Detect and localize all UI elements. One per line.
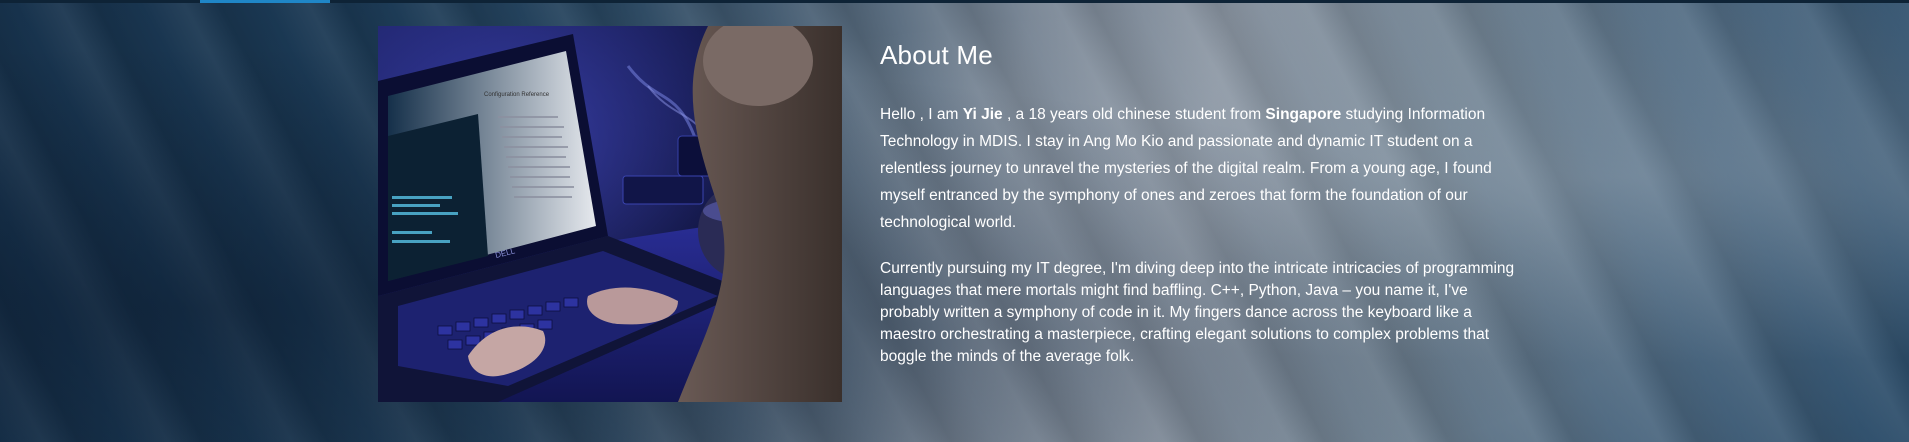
laptop-photo: Configuration Reference DELL — [378, 26, 842, 402]
about-text-column: About Me Hello , I am Yi Jie , a 18 year… — [880, 40, 1520, 368]
top-accent-bar — [200, 0, 330, 3]
intro-hello: Hello , I am — [880, 106, 963, 123]
intro-mid: , a 18 years old chinese student from — [1002, 106, 1266, 123]
screen-heading: Configuration Reference — [484, 92, 550, 98]
about-degree-paragraph: Currently pursuing my IT degree, I'm div… — [880, 260, 1515, 365]
intro-country: Singapore — [1265, 106, 1342, 123]
intro-rest: studying Information Technology in MDIS.… — [880, 106, 1492, 231]
intro-name: Yi Jie — [962, 106, 1003, 123]
about-intro-paragraph: Hello , I am Yi Jie , a 18 years old chi… — [880, 101, 1520, 236]
laptop-photo-illustration: Configuration Reference DELL — [378, 26, 842, 402]
about-title: About Me — [880, 40, 993, 70]
about-section: Configuration Reference DELL About Me He… — [0, 0, 1909, 442]
